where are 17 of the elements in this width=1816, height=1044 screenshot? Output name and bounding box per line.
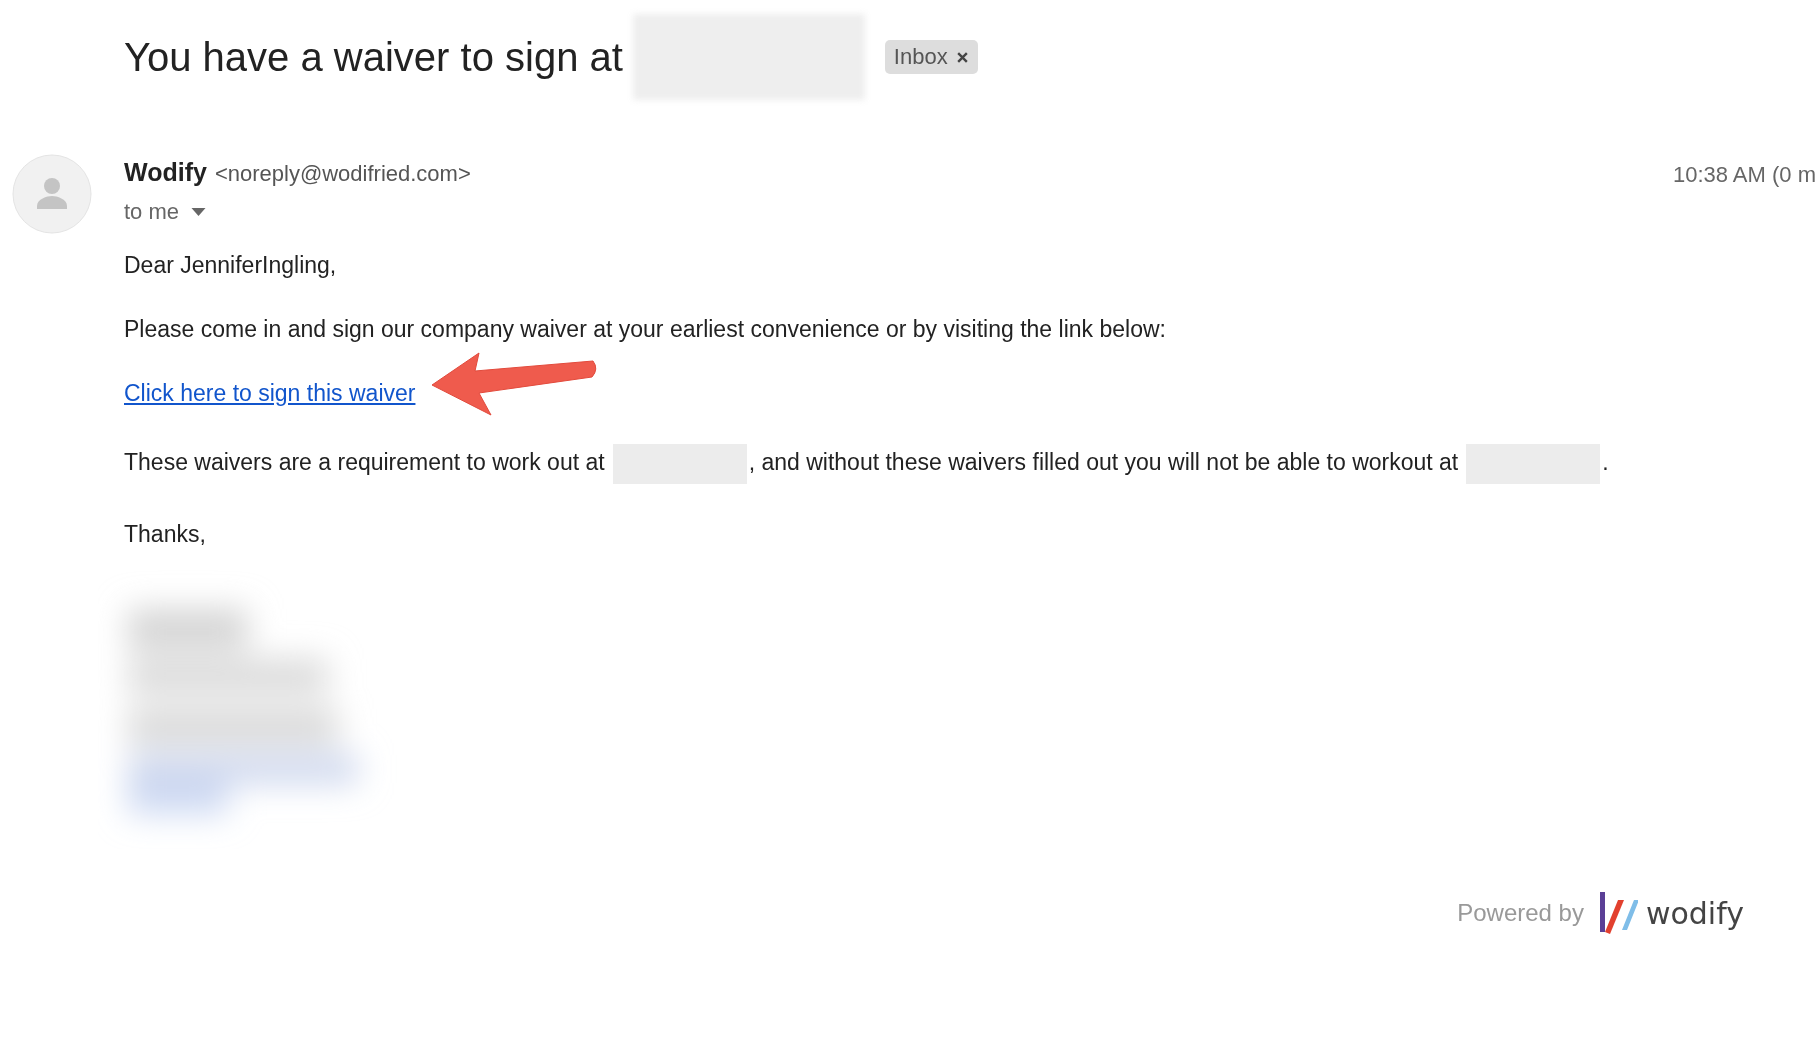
closing-text: Thanks, (124, 521, 207, 548)
inbox-label[interactable]: Inbox (884, 40, 978, 74)
avatar-icon (12, 154, 92, 234)
email-subject: You have a waiver to sign at (124, 34, 623, 80)
caret-icon[interactable] (191, 208, 207, 216)
sender-name: Wodify (124, 158, 207, 187)
close-icon[interactable] (955, 50, 969, 64)
logo-icon (1597, 892, 1638, 934)
timestamp: 10:38 AM (0 m (1672, 162, 1816, 188)
greeting-text: Dear JenniferIngling, (124, 252, 338, 279)
body-paragraph: Please come in and sign our company waiver at your earliest convenience or by visiting the link below: (124, 316, 1167, 343)
sign-waiver-link[interactable]: Click here to sign this waiver (124, 380, 416, 407)
brand-name: wodify (1645, 895, 1744, 931)
recipient-dropdown[interactable]: to me (124, 199, 207, 225)
powered-by-text: Powered by (1457, 899, 1584, 927)
body-paragraph: These waivers are a requirement to work out at , and without these waivers filled out you will not be able to workout at . (124, 444, 1816, 484)
sender-email: <noreply@wodifried.com> (214, 161, 471, 187)
